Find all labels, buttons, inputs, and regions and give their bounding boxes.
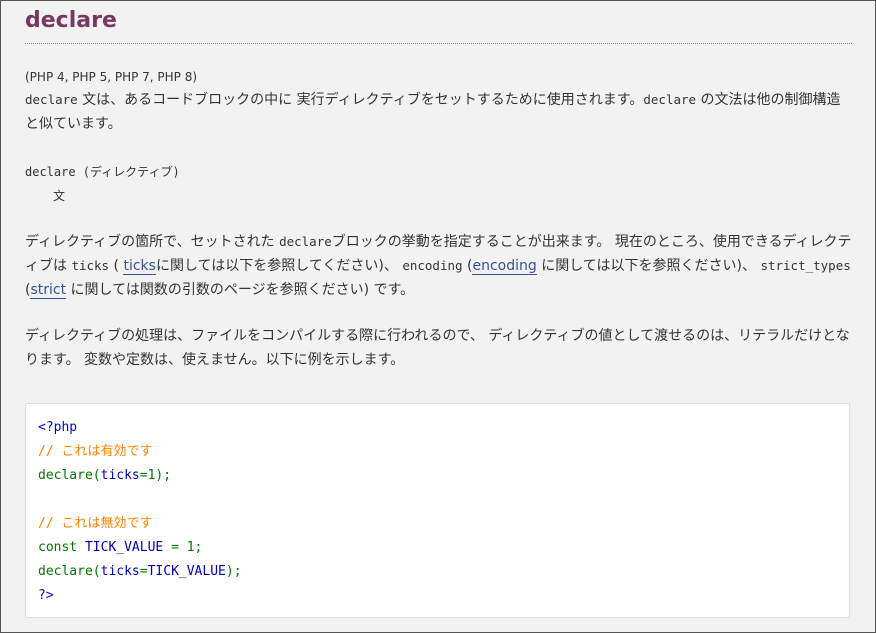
code-line: declare(ticks=TICK_VALUE); bbox=[38, 560, 837, 584]
text: ディレクティブの箇所で、セットされた bbox=[25, 234, 280, 250]
syntax-block: declare (ディレクティブ) 文 bbox=[25, 160, 852, 208]
description-paragraph: ディレクティブの箇所で、セットされた declareブロックの挙動を指定すること… bbox=[25, 230, 852, 302]
notes-paragraph: ディレクティブの処理は、ファイルをコンパイルする際に行われるので、 ディレクティ… bbox=[25, 328, 850, 368]
text: に関しては以下を参照してください)、 bbox=[155, 258, 403, 274]
page-title: declare bbox=[25, 1, 852, 44]
code-line: <?php bbox=[38, 420, 78, 435]
code-identifier: ticks bbox=[100, 564, 140, 579]
inline-code: declare bbox=[25, 92, 78, 107]
code-keyword: const bbox=[38, 540, 85, 555]
code-keyword: = 1; bbox=[163, 540, 203, 555]
code-line: ?> bbox=[38, 588, 54, 603]
code-comment: // これは有効です bbox=[38, 444, 153, 459]
inline-code: strict_types bbox=[760, 258, 851, 273]
code-line: declare(ticks=1); bbox=[38, 464, 837, 488]
code-keyword: declare( bbox=[38, 468, 101, 483]
code-keyword: declare( bbox=[38, 564, 101, 579]
code-identifier: ticks bbox=[100, 468, 140, 483]
text: に関しては以下を参照ください)、 bbox=[536, 258, 761, 274]
code-example: <?php // これは有効です declare(ticks=1); // これ… bbox=[25, 403, 850, 618]
code-identifier: TICK_VALUE bbox=[84, 540, 164, 555]
inline-code: ticks bbox=[71, 258, 110, 273]
strict-link[interactable]: strict bbox=[30, 282, 67, 299]
text: ( bbox=[109, 258, 124, 274]
text: に関しては関数の引数のページを参照ください) です。 bbox=[66, 282, 415, 298]
code-line: const TICK_VALUE = 1; bbox=[38, 536, 837, 560]
text: ( bbox=[462, 258, 473, 274]
code-keyword: ); bbox=[225, 564, 242, 579]
intro-paragraph: declare 文は、あるコードブロックの中に 実行ディレクティブをセットするた… bbox=[25, 88, 852, 136]
version-info: (PHP 4, PHP 5, PHP 7, PHP 8) bbox=[25, 70, 198, 84]
inline-code: declare bbox=[643, 92, 697, 107]
inline-code: declare bbox=[279, 234, 332, 249]
code-keyword: = bbox=[139, 564, 148, 579]
inline-code: encoding bbox=[402, 258, 463, 273]
ticks-link[interactable]: ticks bbox=[123, 258, 156, 275]
code-comment: // これは無効です bbox=[38, 516, 153, 531]
page-content: declare (PHP 4, PHP 5, PHP 7, PHP 8) dec… bbox=[25, 1, 852, 618]
text: 文は、あるコードブロックの中に 実行ディレクティブをセットするために使用されます… bbox=[77, 92, 644, 108]
encoding-link[interactable]: encoding bbox=[472, 258, 537, 275]
code-identifier: TICK_VALUE bbox=[147, 564, 226, 579]
syntax-line: 文 bbox=[53, 189, 66, 203]
code-keyword: =1); bbox=[139, 468, 172, 483]
syntax-line: declare (ディレクティブ) bbox=[25, 165, 180, 179]
